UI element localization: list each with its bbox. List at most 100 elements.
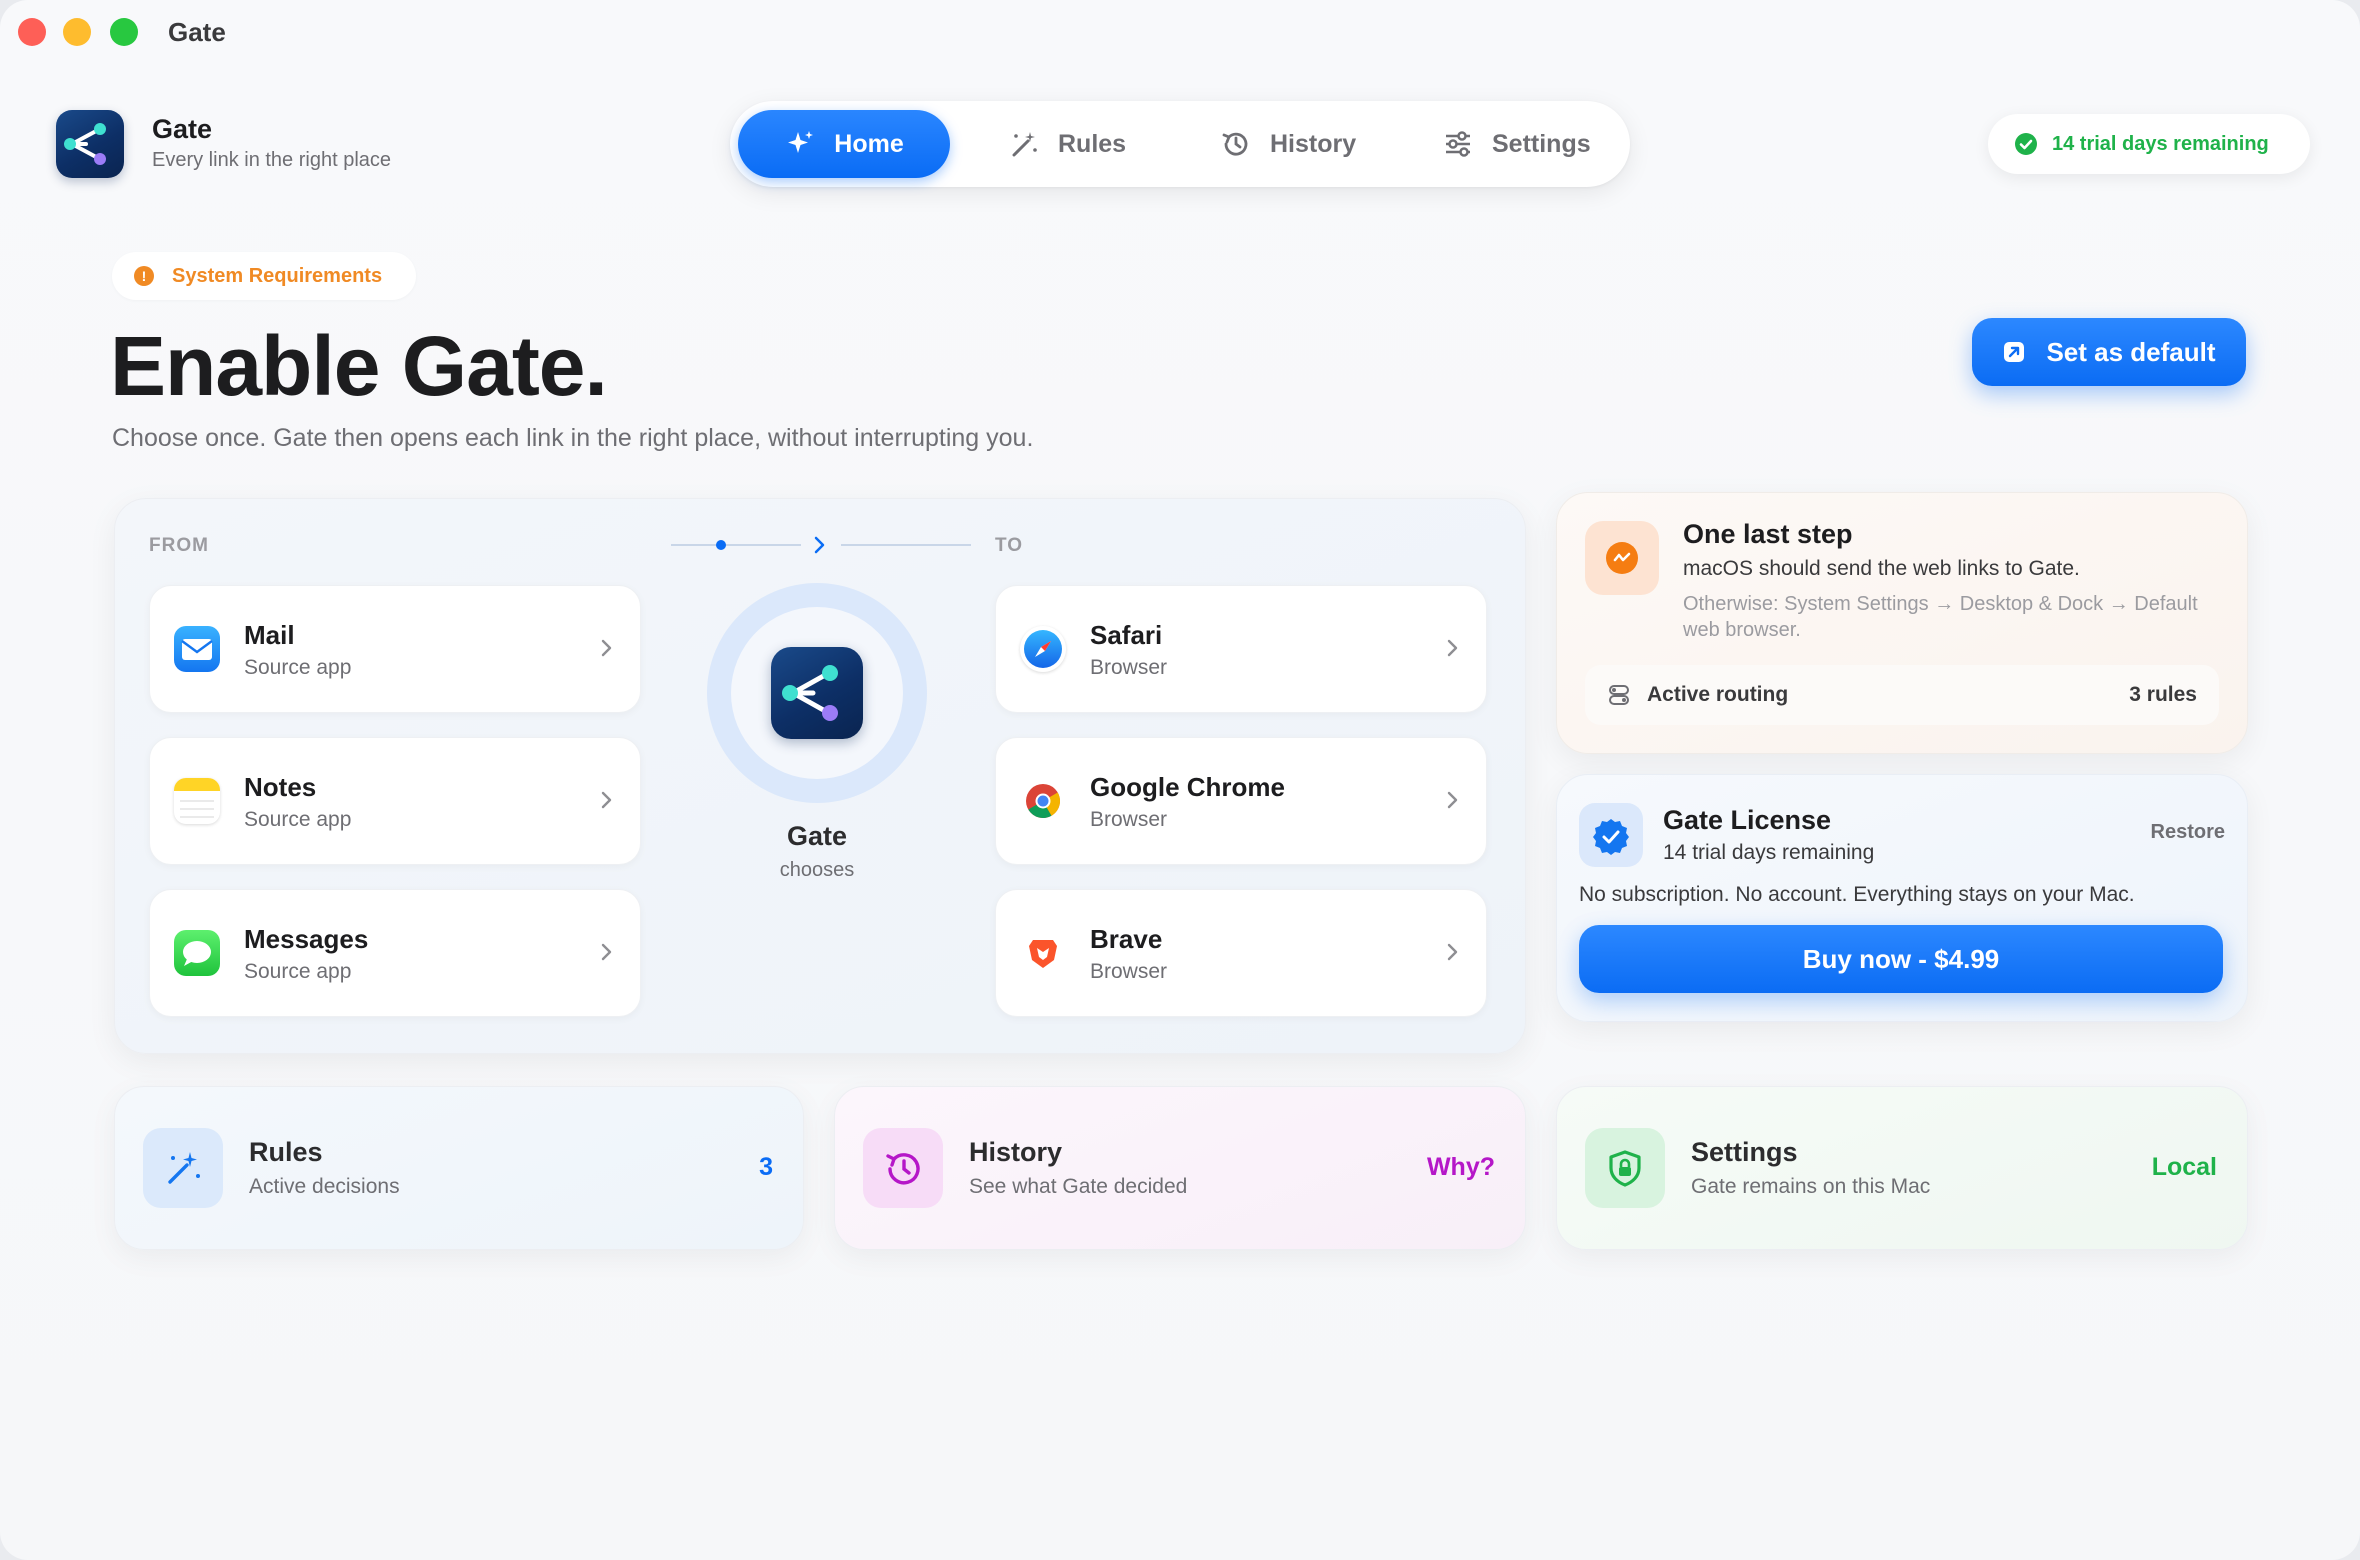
activity-icon	[1585, 521, 1659, 595]
target-browser-brave[interactable]: Brave Browser	[995, 889, 1487, 1017]
source-app-type: Source app	[244, 960, 352, 983]
warning-icon: !	[134, 266, 154, 286]
one-last-step-title: One last step	[1683, 519, 1853, 549]
target-browser-type: Browser	[1090, 656, 1168, 679]
settings-summary-title: Settings	[1691, 1137, 1798, 1167]
history-summary-title: History	[969, 1137, 1063, 1167]
settings-storage-value: Local	[2151, 1153, 2217, 1181]
set-as-default-label: Set as default	[2046, 336, 2216, 367]
license-title: Gate License	[1663, 805, 1832, 835]
active-routing-count: 3 rules	[2129, 683, 2197, 706]
source-app-mail[interactable]: Mail Source app	[149, 585, 641, 713]
page-subtitle: Choose once. Gate then opens each link i…	[112, 424, 1034, 452]
source-app-type: Source app	[244, 808, 352, 831]
magic-wand-icon	[143, 1128, 223, 1208]
shield-lock-icon	[1585, 1128, 1665, 1208]
routing-flow-card: FROM TO Mail Source app Notes Source app	[114, 498, 1526, 1054]
source-app-messages[interactable]: Messages Source app	[149, 889, 641, 1017]
brand-tagline: Every link in the right place	[152, 149, 392, 171]
set-as-default-button[interactable]: Set as default	[1972, 318, 2246, 386]
safari-icon	[1020, 626, 1066, 672]
magic-wand-icon	[1008, 128, 1040, 160]
active-routing-label: Active routing	[1647, 683, 1789, 706]
page-title: Enable Gate.	[110, 319, 608, 413]
chrome-icon	[1020, 778, 1066, 824]
tab-settings[interactable]: Settings	[1442, 110, 1591, 178]
tab-history-label: History	[1270, 129, 1357, 158]
sliders-icon	[1442, 128, 1474, 160]
one-last-step-card: One last step macOS should send the web …	[1556, 492, 2248, 754]
gate-hub-caption: chooses	[779, 859, 855, 881]
brave-icon	[1020, 930, 1066, 976]
chevron-right-icon	[601, 639, 612, 657]
target-browser-type: Browser	[1090, 960, 1168, 983]
messages-icon	[174, 930, 220, 976]
chevron-right-icon	[1447, 791, 1458, 809]
tab-home-label: Home	[834, 129, 904, 158]
history-why-link[interactable]: Why?	[1427, 1153, 1495, 1182]
system-requirements-badge: ! System Requirements	[112, 252, 416, 300]
toggle-icon	[1607, 683, 1631, 707]
close-window-button[interactable]	[18, 18, 46, 46]
brand-name: Gate	[152, 114, 213, 144]
tab-rules-label: Rules	[1058, 129, 1127, 158]
chevron-right-icon	[1447, 639, 1458, 657]
source-app-name: Mail	[244, 620, 295, 650]
minimize-window-button[interactable]	[63, 18, 91, 46]
rules-summary-sub: Active decisions	[249, 1175, 400, 1198]
active-routing-row[interactable]: Active routing 3 rules	[1585, 665, 2219, 725]
target-browser-safari[interactable]: Safari Browser	[995, 585, 1487, 713]
mail-icon	[174, 626, 220, 672]
buy-now-button[interactable]: Buy now - $4.99	[1579, 925, 2223, 993]
license-note: No subscription. No account. Everything …	[1579, 883, 2135, 906]
source-app-name: Notes	[244, 772, 317, 802]
window-title: Gate	[168, 17, 226, 47]
one-last-step-note: Otherwise: System Settings → Desktop & D…	[1683, 593, 2198, 641]
one-last-step-body: macOS should send the web links to Gate.	[1683, 557, 2080, 580]
gate-hub-name: Gate	[786, 821, 848, 851]
system-requirements-label: System Requirements	[172, 264, 383, 287]
target-browser-name: Google Chrome	[1090, 772, 1286, 802]
chevron-right-icon	[601, 791, 612, 809]
history-summary-card[interactable]: History See what Gate decided Why?	[834, 1086, 1526, 1250]
rules-summary-card[interactable]: Rules Active decisions 3	[114, 1086, 804, 1250]
external-arrow-icon	[2002, 340, 2026, 364]
history-summary-sub: See what Gate decided	[969, 1175, 1188, 1198]
license-card: Gate License 14 trial days remaining Res…	[1556, 774, 2248, 1022]
tab-home[interactable]: Home	[738, 110, 950, 178]
notes-icon	[174, 778, 220, 824]
license-status: 14 trial days remaining	[1663, 841, 1875, 864]
target-browser-name: Safari	[1090, 620, 1163, 650]
chevron-right-icon	[601, 943, 612, 961]
target-browser-name: Brave	[1090, 924, 1163, 954]
trial-status-text: 14 trial days remaining	[2052, 132, 2269, 155]
rules-count: 3	[759, 1153, 773, 1181]
history-clock-icon	[863, 1128, 943, 1208]
settings-summary-sub: Gate remains on this Mac	[1691, 1175, 1931, 1198]
tab-history[interactable]: History	[1220, 110, 1356, 178]
app-window: Gate Gate Every link in the right place …	[0, 0, 2360, 1560]
source-app-notes[interactable]: Notes Source app	[149, 737, 641, 865]
check-circle-icon	[2014, 132, 2038, 156]
verified-badge-icon	[1579, 803, 1643, 867]
source-app-name: Messages	[244, 924, 369, 954]
tab-settings-label: Settings	[1492, 129, 1591, 158]
history-clock-icon	[1220, 128, 1252, 160]
tab-rules[interactable]: Rules	[1008, 110, 1126, 178]
gate-logo-icon	[56, 110, 124, 178]
from-column-label: FROM	[149, 535, 209, 556]
source-app-type: Source app	[244, 656, 352, 679]
target-browser-type: Browser	[1090, 808, 1168, 831]
rules-summary-title: Rules	[249, 1137, 323, 1167]
gate-logo-icon	[771, 647, 863, 739]
target-browser-chrome[interactable]: Google Chrome Browser	[995, 737, 1487, 865]
main-nav: Home Rules History Settings	[730, 101, 1630, 187]
trial-status-badge: 14 trial days remaining	[1988, 114, 2310, 174]
chevron-right-icon	[1447, 943, 1458, 961]
flow-connector-icon	[671, 536, 971, 554]
sparkles-icon	[784, 128, 816, 160]
zoom-window-button[interactable]	[110, 18, 138, 46]
to-column-label: TO	[995, 535, 1024, 556]
settings-summary-card[interactable]: Settings Gate remains on this Mac Local	[1556, 1086, 2248, 1250]
restore-purchase-link[interactable]: Restore	[2151, 821, 2225, 844]
